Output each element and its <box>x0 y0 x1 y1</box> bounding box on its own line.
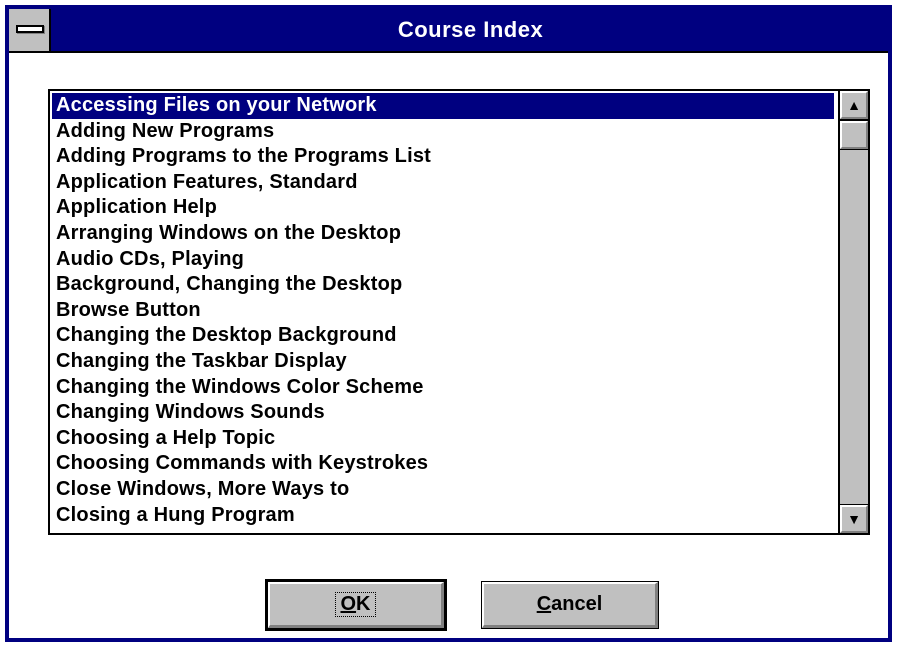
list-item[interactable]: Background, Changing the Desktop <box>52 272 834 298</box>
list-item[interactable]: Application Help <box>52 195 834 221</box>
course-index-dialog: Course Index Accessing Files on your Net… <box>5 5 892 642</box>
list-item[interactable]: Changing Windows Sounds <box>52 400 834 426</box>
scroll-thumb[interactable] <box>839 120 869 150</box>
list-item[interactable]: Accessing Files on your Network <box>52 93 834 119</box>
list-item[interactable]: Application Features, Standard <box>52 170 834 196</box>
list-item[interactable]: Adding Programs to the Programs List <box>52 144 834 170</box>
ok-button-label: OK <box>335 592 376 617</box>
list-item[interactable]: Choosing a Help Topic <box>52 426 834 452</box>
window-title: Course Index <box>397 17 544 42</box>
list-item[interactable]: Arranging Windows on the Desktop <box>52 221 834 247</box>
cancel-button-label: Cancel <box>533 593 607 616</box>
ok-button[interactable]: OK <box>265 579 447 631</box>
list-item[interactable]: Closing a Hung Program <box>52 503 834 529</box>
system-menu-icon <box>16 25 44 33</box>
cancel-label-rest: ancel <box>551 593 603 615</box>
scroll-up-button[interactable]: ▲ <box>839 90 869 120</box>
list-item[interactable]: Adding New Programs <box>52 119 834 145</box>
cancel-button[interactable]: Cancel <box>481 581 659 629</box>
ok-mnemonic: O <box>340 593 357 615</box>
vertical-scrollbar[interactable]: ▲ ▼ <box>838 90 869 534</box>
list-item[interactable]: Browse Button <box>52 298 834 324</box>
ok-label-rest: K <box>356 593 371 615</box>
list-item[interactable]: Changing the Windows Color Scheme <box>52 375 834 401</box>
arrow-down-icon: ▼ <box>847 511 861 527</box>
list-item[interactable]: Choosing Commands with Keystrokes <box>52 451 834 477</box>
system-menu-button[interactable] <box>9 9 51 51</box>
list-item[interactable]: Changing the Taskbar Display <box>52 349 834 375</box>
arrow-up-icon: ▲ <box>847 97 861 113</box>
scroll-down-button[interactable]: ▼ <box>839 504 869 534</box>
list-item[interactable]: Audio CDs, Playing <box>52 247 834 273</box>
course-topics-listbox[interactable]: Accessing Files on your Network Adding Ne… <box>48 89 870 535</box>
list-items: Accessing Files on your Network Adding Ne… <box>52 93 834 529</box>
cancel-mnemonic: C <box>536 593 552 615</box>
title-bar: Course Index <box>9 9 888 53</box>
list-item[interactable]: Close Windows, More Ways to <box>52 477 834 503</box>
list-item[interactable]: Changing the Desktop Background <box>52 323 834 349</box>
